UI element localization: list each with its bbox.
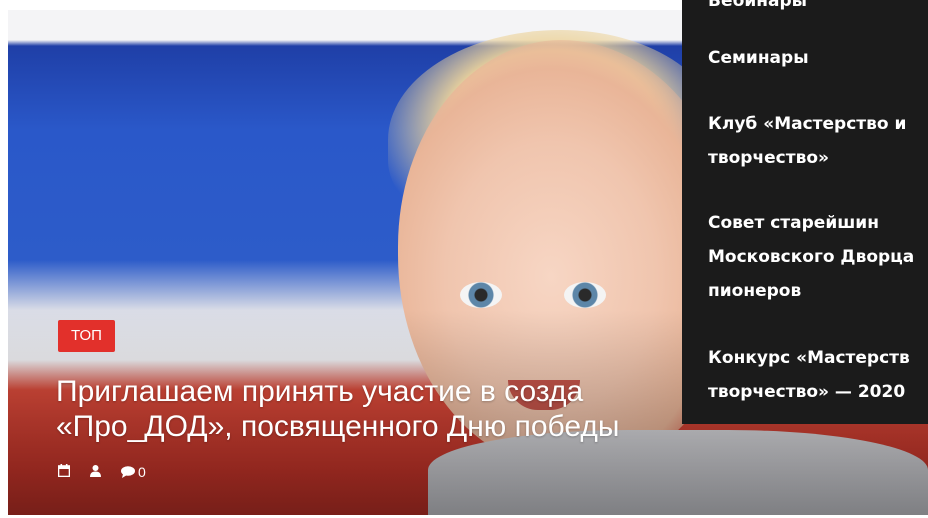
nav-dropdown-menu: Вебинары Семинары Клуб «Мастерство и тво… [682, 0, 928, 424]
menu-item-seminars[interactable]: Семинары [708, 41, 809, 75]
menu-item-webinars[interactable]: Вебинары [708, 0, 807, 18]
menu-item-elders-line-3[interactable]: пионеров [708, 274, 914, 308]
category-badge[interactable]: ТОП [58, 320, 115, 352]
menu-item-contest-line-1[interactable]: Конкурс «Мастерств [708, 341, 910, 375]
post-title[interactable]: Приглашаем принять участие в созда «Про_… [56, 374, 756, 444]
page: ТОП Приглашаем принять участие в созда «… [0, 0, 928, 518]
menu-item-elders-line-2[interactable]: Московского Дворца [708, 240, 914, 274]
photo-eye-right [564, 282, 606, 308]
author-icon [90, 464, 101, 480]
menu-item-contest[interactable]: Конкурс «Мастерств творчество» — 2020 [708, 341, 910, 409]
comment-icon [121, 466, 135, 478]
calendar-icon [57, 464, 71, 480]
comments-link[interactable]: 0 [121, 464, 146, 480]
menu-item-contest-line-2[interactable]: творчество» — 2020 [708, 375, 910, 409]
menu-item-elders-council[interactable]: Совет старейшин Московского Дворца пионе… [708, 206, 914, 308]
menu-item-elders-line-1[interactable]: Совет старейшин [708, 206, 914, 240]
comment-count: 0 [138, 464, 146, 480]
photo-eye-left [460, 282, 502, 308]
post-title-line-2[interactable]: «Про_ДОД», посвященного Дню победы [56, 409, 756, 444]
post-meta: 0 [57, 464, 146, 480]
menu-item-club[interactable]: Клуб «Мастерство и творчество» [708, 107, 906, 175]
menu-item-club-line-1[interactable]: Клуб «Мастерство и [708, 107, 906, 141]
post-title-line-1[interactable]: Приглашаем принять участие в созда [56, 374, 756, 409]
menu-item-club-line-2[interactable]: творчество» [708, 141, 906, 175]
